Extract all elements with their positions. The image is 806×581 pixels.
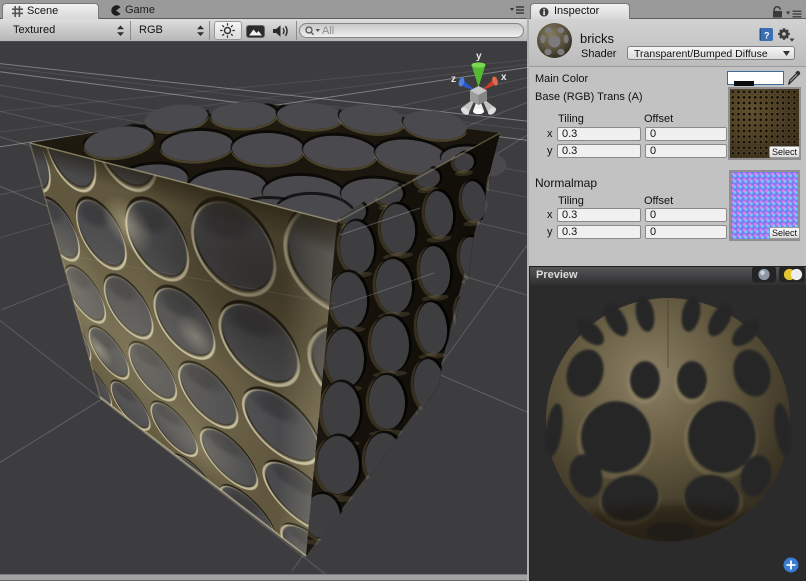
svg-text:?: ? — [764, 31, 770, 41]
svg-text:z: z — [451, 74, 456, 85]
svg-text:y: y — [476, 51, 482, 62]
svg-text:x: x — [501, 72, 507, 83]
